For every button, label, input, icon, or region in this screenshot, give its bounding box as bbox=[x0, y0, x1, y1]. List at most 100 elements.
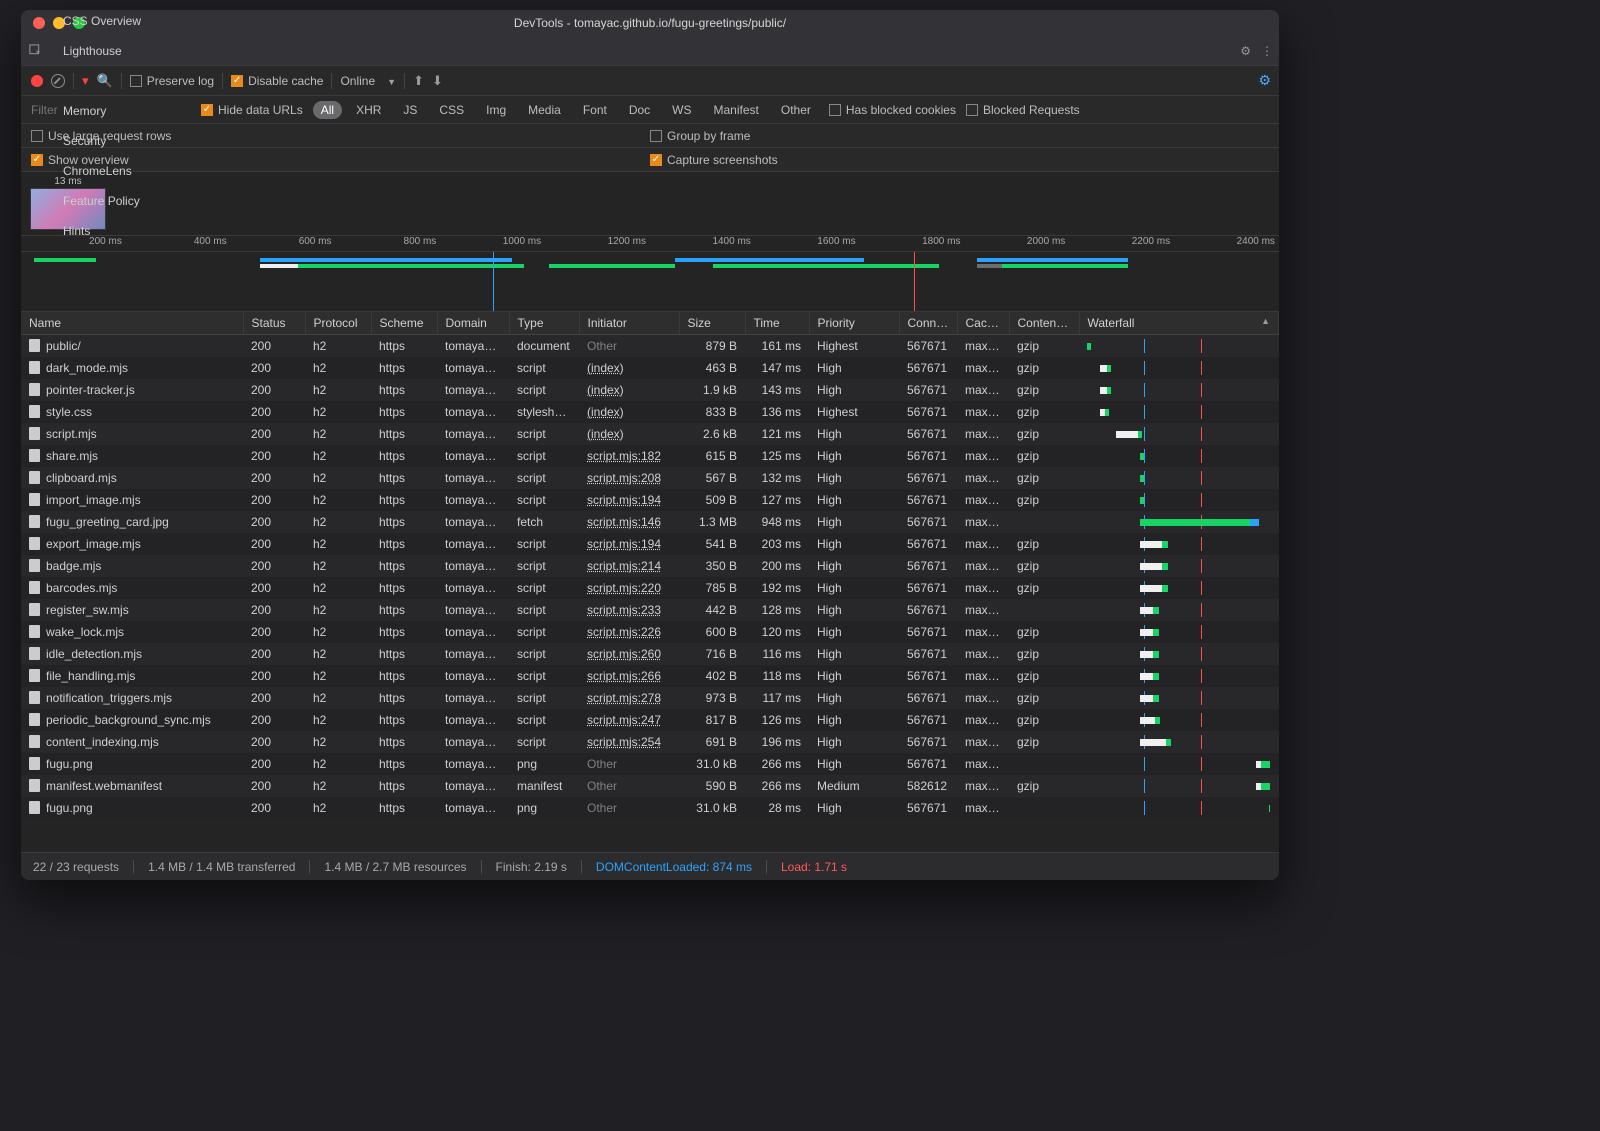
initiator-link[interactable]: script.mjs:146 bbox=[587, 515, 661, 529]
table-row[interactable]: periodic_background_sync.mjs200h2httpsto… bbox=[21, 709, 1279, 731]
table-row[interactable]: style.css200h2httpstomayac…stylesheet(in… bbox=[21, 401, 1279, 423]
filter-pill-manifest[interactable]: Manifest bbox=[706, 101, 767, 119]
initiator-link[interactable]: (index) bbox=[587, 383, 624, 397]
table-row[interactable]: fugu.png200h2httpstomayac…pngOther31.0 k… bbox=[21, 797, 1279, 819]
column-header[interactable]: Scheme bbox=[371, 312, 437, 335]
table-row[interactable]: clipboard.mjs200h2httpstomayac…scriptscr… bbox=[21, 467, 1279, 489]
initiator-link[interactable]: (index) bbox=[587, 361, 624, 375]
column-header[interactable]: Domain bbox=[437, 312, 509, 335]
overview-pane[interactable] bbox=[21, 252, 1279, 312]
cell: https bbox=[371, 445, 437, 467]
cell: tomayac… bbox=[437, 401, 509, 423]
column-header[interactable]: Protocol bbox=[305, 312, 371, 335]
tab-memory[interactable]: Memory bbox=[51, 96, 153, 126]
initiator-link[interactable]: script.mjs:194 bbox=[587, 537, 661, 551]
table-row[interactable]: barcodes.mjs200h2httpstomayac…scriptscri… bbox=[21, 577, 1279, 599]
search-icon[interactable]: 🔍 bbox=[97, 73, 113, 89]
table-row[interactable]: import_image.mjs200h2httpstomayac…script… bbox=[21, 489, 1279, 511]
hide-data-urls-checkbox[interactable]: Hide data URLs bbox=[201, 103, 303, 117]
has-blocked-cookies-checkbox[interactable]: Has blocked cookies bbox=[829, 103, 956, 117]
initiator-link[interactable]: script.mjs:260 bbox=[587, 647, 661, 661]
filter-pill-ws[interactable]: WS bbox=[664, 101, 699, 119]
table-row[interactable]: notification_triggers.mjs200h2httpstomay… bbox=[21, 687, 1279, 709]
column-header[interactable]: Cach… bbox=[957, 312, 1009, 335]
tab-lighthouse[interactable]: Lighthouse bbox=[51, 36, 153, 66]
tab-security[interactable]: Security bbox=[51, 126, 153, 156]
filter-pill-img[interactable]: Img bbox=[478, 101, 514, 119]
filter-pill-other[interactable]: Other bbox=[773, 101, 819, 119]
tab-hints[interactable]: Hints bbox=[51, 216, 153, 246]
filter-pill-css[interactable]: CSS bbox=[431, 101, 472, 119]
capture-screenshots-checkbox[interactable]: Capture screenshots bbox=[650, 153, 778, 167]
filter-icon[interactable]: ▾ bbox=[82, 73, 89, 89]
table-row[interactable]: content_indexing.mjs200h2httpstomayac…sc… bbox=[21, 731, 1279, 753]
tab-css-overview[interactable]: CSS Overview bbox=[51, 10, 153, 36]
column-header[interactable]: Content-… bbox=[1009, 312, 1079, 335]
column-header[interactable]: Initiator bbox=[579, 312, 679, 335]
chevron-down-icon[interactable] bbox=[383, 74, 396, 88]
cell: png bbox=[509, 797, 579, 819]
initiator-link[interactable]: (index) bbox=[587, 405, 624, 419]
inspect-element-icon[interactable] bbox=[21, 44, 51, 58]
filter-pill-xhr[interactable]: XHR bbox=[348, 101, 389, 119]
disable-cache-checkbox[interactable]: Disable cache bbox=[231, 74, 323, 88]
ruler-tick: 2200 ms bbox=[1069, 236, 1174, 251]
filter-pill-js[interactable]: JS bbox=[395, 101, 425, 119]
initiator-link[interactable]: script.mjs:233 bbox=[587, 603, 661, 617]
initiator-link[interactable]: script.mjs:226 bbox=[587, 625, 661, 639]
network-settings-icon[interactable]: ⚙ bbox=[1258, 72, 1271, 89]
initiator-link[interactable]: script.mjs:214 bbox=[587, 559, 661, 573]
more-icon[interactable]: ⋮ bbox=[1261, 44, 1273, 58]
timeline-ruler[interactable]: 200 ms400 ms600 ms800 ms1000 ms1200 ms14… bbox=[21, 236, 1279, 252]
table-row[interactable]: dark_mode.mjs200h2httpstomayac…script(in… bbox=[21, 357, 1279, 379]
table-row[interactable]: badge.mjs200h2httpstomayac…scriptscript.… bbox=[21, 555, 1279, 577]
table-row[interactable]: script.mjs200h2httpstomayac…script(index… bbox=[21, 423, 1279, 445]
filter-pill-font[interactable]: Font bbox=[575, 101, 615, 119]
filter-pill-all[interactable]: All bbox=[313, 101, 342, 119]
initiator-link[interactable]: script.mjs:278 bbox=[587, 691, 661, 705]
cell: notification_triggers.mjs bbox=[21, 687, 243, 709]
table-row[interactable]: pointer-tracker.js200h2httpstomayac…scri… bbox=[21, 379, 1279, 401]
clear-icon[interactable] bbox=[51, 74, 65, 88]
table-row[interactable]: public/200h2httpstomayac…documentOther87… bbox=[21, 335, 1279, 358]
column-header[interactable]: Conne… bbox=[899, 312, 957, 335]
initiator-link[interactable]: script.mjs:266 bbox=[587, 669, 661, 683]
blocked-requests-checkbox[interactable]: Blocked Requests bbox=[966, 103, 1080, 117]
initiator-link[interactable]: script.mjs:208 bbox=[587, 471, 661, 485]
throttle-select[interactable]: Online bbox=[340, 74, 375, 88]
table-row[interactable]: fugu.png200h2httpstomayac…pngOther31.0 k… bbox=[21, 753, 1279, 775]
table-row[interactable]: wake_lock.mjs200h2httpstomayac…scriptscr… bbox=[21, 621, 1279, 643]
column-header[interactable]: Name bbox=[21, 312, 243, 335]
column-header[interactable]: Time bbox=[745, 312, 809, 335]
column-header[interactable]: Size bbox=[679, 312, 745, 335]
table-row[interactable]: export_image.mjs200h2httpstomayac…script… bbox=[21, 533, 1279, 555]
initiator-link[interactable]: script.mjs:254 bbox=[587, 735, 661, 749]
table-row[interactable]: register_sw.mjs200h2httpstomayac…scripts… bbox=[21, 599, 1279, 621]
initiator-link[interactable]: script.mjs:194 bbox=[587, 493, 661, 507]
download-icon[interactable]: ⬇ bbox=[432, 73, 443, 89]
preserve-log-checkbox[interactable]: Preserve log bbox=[130, 74, 214, 88]
group-by-frame-checkbox[interactable]: Group by frame bbox=[650, 129, 750, 143]
waterfall-cell bbox=[1079, 335, 1279, 358]
column-header[interactable]: Type bbox=[509, 312, 579, 335]
tab-feature-policy[interactable]: Feature Policy bbox=[51, 186, 153, 216]
filter-pill-doc[interactable]: Doc bbox=[621, 101, 658, 119]
settings-icon[interactable]: ⚙ bbox=[1240, 44, 1251, 58]
table-row[interactable]: share.mjs200h2httpstomayac…scriptscript.… bbox=[21, 445, 1279, 467]
initiator-link[interactable]: (index) bbox=[587, 427, 624, 441]
table-row[interactable]: idle_detection.mjs200h2httpstomayac…scri… bbox=[21, 643, 1279, 665]
cell: periodic_background_sync.mjs bbox=[21, 709, 243, 731]
initiator-link[interactable]: script.mjs:182 bbox=[587, 449, 661, 463]
table-row[interactable]: manifest.webmanifest200h2httpstomayac…ma… bbox=[21, 775, 1279, 797]
tab-chromelens[interactable]: ChromeLens bbox=[51, 156, 153, 186]
column-header[interactable]: Priority bbox=[809, 312, 899, 335]
filter-pill-media[interactable]: Media bbox=[520, 101, 569, 119]
table-row[interactable]: fugu_greeting_card.jpg200h2httpstomayac…… bbox=[21, 511, 1279, 533]
record-icon[interactable] bbox=[31, 75, 43, 87]
initiator-link[interactable]: script.mjs:220 bbox=[587, 581, 661, 595]
upload-icon[interactable]: ⬆ bbox=[413, 73, 424, 89]
column-header[interactable]: Status bbox=[243, 312, 305, 335]
initiator-link[interactable]: script.mjs:247 bbox=[587, 713, 661, 727]
column-header[interactable]: Waterfall▲ bbox=[1079, 312, 1279, 335]
table-row[interactable]: file_handling.mjs200h2httpstomayac…scrip… bbox=[21, 665, 1279, 687]
